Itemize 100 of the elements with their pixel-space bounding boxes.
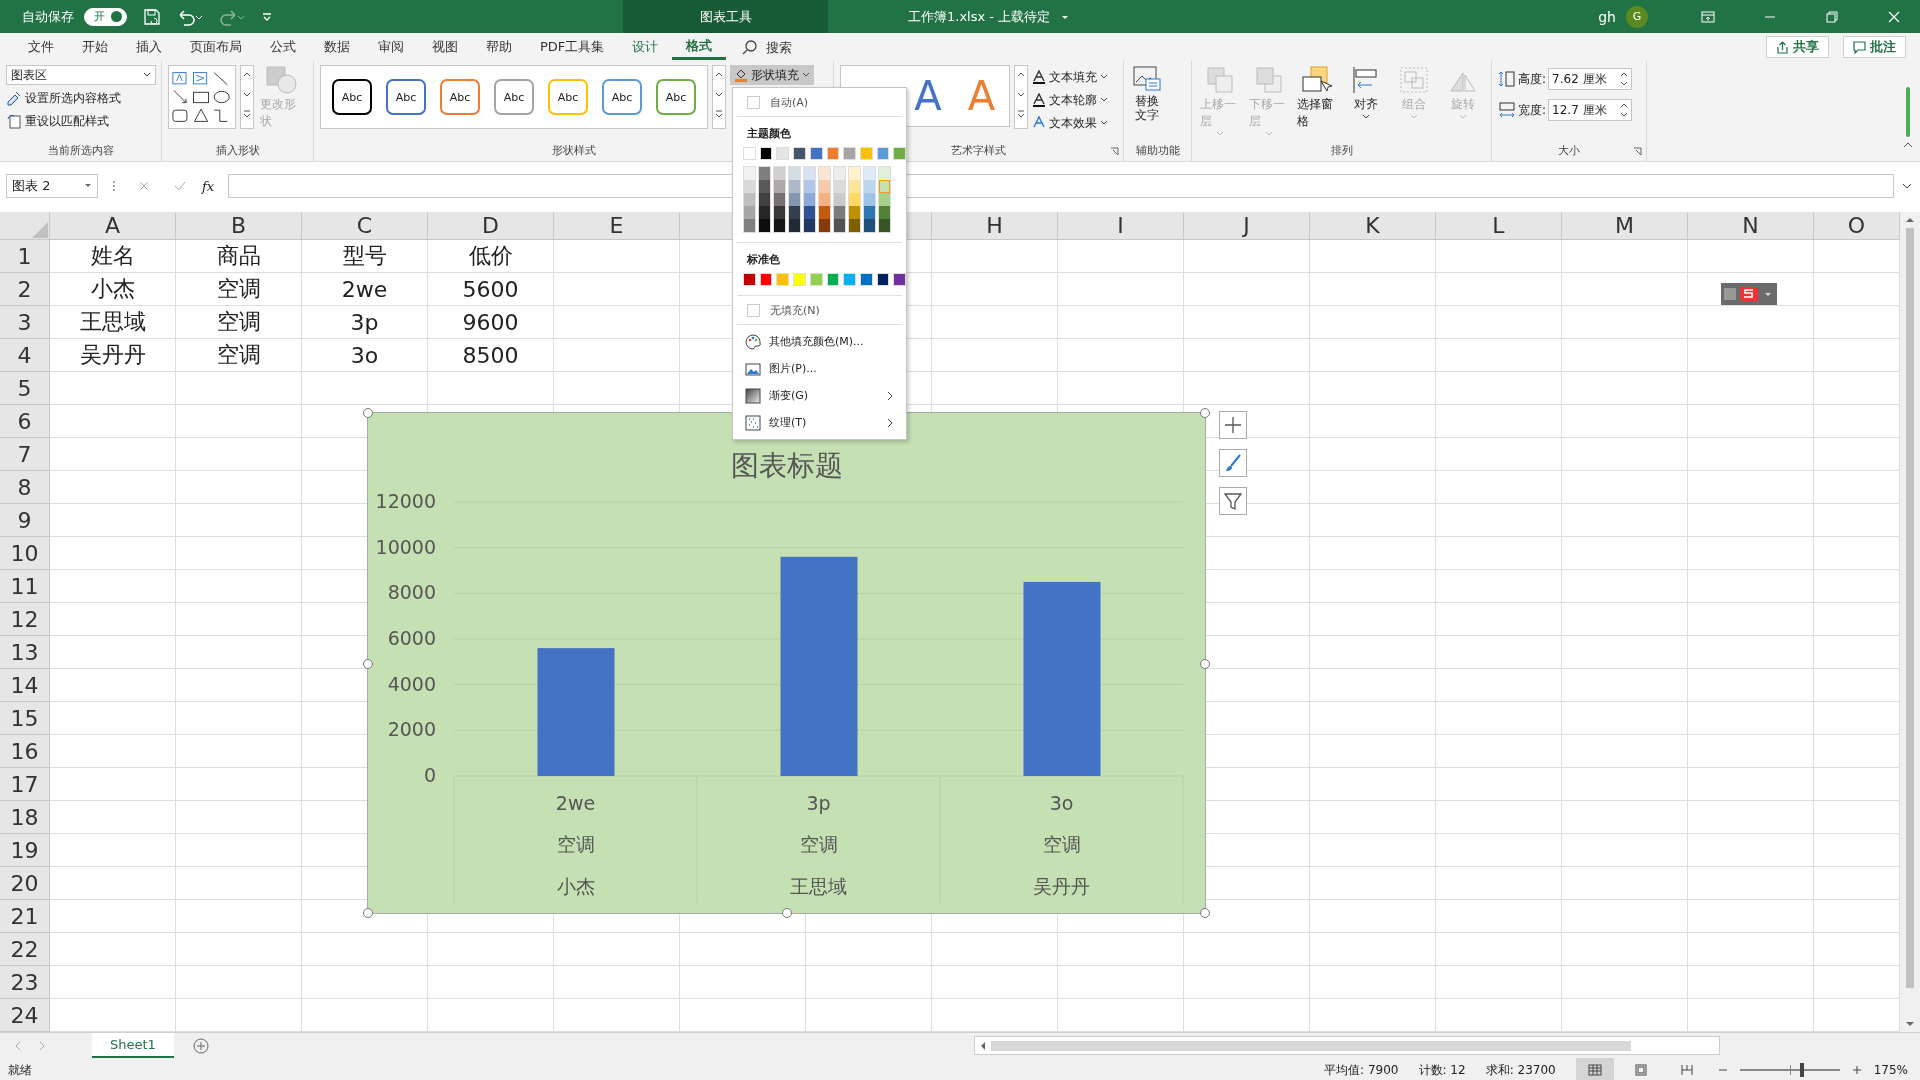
row-header[interactable]: 10 [0, 537, 50, 570]
color-swatch[interactable] [804, 219, 815, 232]
text-format-button[interactable]: 文本填充 [1032, 67, 1108, 87]
shape-style-swatch[interactable]: Abc [440, 79, 480, 115]
ribbon-tab[interactable]: 视图 [418, 33, 472, 61]
ribbon-tab[interactable]: 文件 [14, 33, 68, 61]
shape-gallery-drawing[interactable] [168, 65, 236, 129]
shape-style-swatch[interactable]: Abc [548, 79, 588, 115]
gallery-scroll-icon[interactable] [1014, 65, 1028, 129]
menu-item[interactable]: 渐变(G) [769, 388, 878, 403]
ribbon-tab[interactable]: 插入 [122, 33, 176, 61]
color-swatch[interactable] [744, 206, 755, 219]
color-swatch[interactable] [793, 147, 806, 160]
color-swatch[interactable] [819, 193, 830, 206]
ribbon-tab[interactable]: 数据 [310, 33, 364, 61]
chart-elements-button[interactable] [1219, 411, 1247, 439]
menu-item[interactable]: 图片(P)... [769, 361, 894, 376]
name-box[interactable]: 图表 2 [6, 174, 98, 198]
autosave-toggle[interactable]: 开 [84, 7, 127, 26]
color-swatch[interactable] [849, 180, 860, 193]
color-swatch[interactable] [743, 147, 756, 160]
menu-item[interactable]: 自动(A) [733, 91, 906, 113]
alt-text-button[interactable]: 替换文字 [1130, 65, 1164, 123]
row-header[interactable]: 19 [0, 834, 50, 867]
resize-handle[interactable] [1200, 908, 1210, 918]
row-header[interactable]: 14 [0, 669, 50, 702]
dialog-launcher-icon[interactable] [1633, 147, 1642, 156]
column-header[interactable]: H [932, 212, 1058, 240]
color-swatch[interactable] [864, 206, 875, 219]
horizontal-scrollbar[interactable] [974, 1036, 1720, 1055]
color-swatch[interactable] [893, 273, 907, 286]
color-swatch[interactable] [759, 147, 773, 160]
column-header[interactable]: E [554, 212, 680, 240]
normal-view-button[interactable] [1575, 1058, 1614, 1080]
resize-handle[interactable] [1200, 408, 1210, 418]
save-icon[interactable] [143, 7, 161, 26]
color-swatch[interactable] [819, 219, 830, 232]
ribbon-tab[interactable]: 开始 [68, 33, 122, 61]
color-swatch[interactable] [849, 219, 860, 232]
size-field[interactable]: 12.7 厘米 [1548, 99, 1633, 121]
color-swatch[interactable] [859, 147, 873, 160]
bar[interactable] [1023, 581, 1101, 776]
wordart-style[interactable]: A [914, 73, 942, 119]
menu-item[interactable]: 其他填充颜色(M)... [769, 334, 894, 349]
color-swatch[interactable] [843, 273, 856, 286]
column-header[interactable]: N [1688, 212, 1814, 240]
shape-style-swatch[interactable]: Abc [386, 79, 426, 115]
zoom-slider[interactable] [1799, 1063, 1804, 1077]
color-swatch[interactable] [759, 180, 770, 193]
menu-item[interactable]: 纹理(T) [769, 415, 878, 430]
row-header[interactable]: 2 [0, 273, 50, 306]
column-header[interactable]: I [1058, 212, 1184, 240]
text-format-button[interactable]: 文本轮廓 [1032, 90, 1108, 110]
resize-handle[interactable] [1200, 659, 1210, 669]
color-swatch[interactable] [819, 206, 830, 219]
column-header[interactable]: B [176, 212, 302, 240]
row-header[interactable]: 12 [0, 603, 50, 636]
scroll-down-icon[interactable] [1905, 1020, 1915, 1028]
column-header[interactable]: O [1814, 212, 1900, 240]
ribbon-tab[interactable]: PDF工具集 [526, 33, 619, 61]
color-swatch[interactable] [843, 147, 856, 160]
color-swatch[interactable] [819, 167, 830, 180]
shape-style-swatch[interactable]: Abc [602, 79, 642, 115]
resize-handle[interactable] [363, 908, 373, 918]
ribbon-tab[interactable]: 设计 [618, 33, 673, 61]
color-swatch[interactable] [879, 180, 890, 193]
resize-handle[interactable] [363, 659, 373, 669]
resize-handle[interactable] [363, 408, 373, 418]
column-header[interactable]: D [428, 212, 554, 240]
ribbon-tab[interactable]: 审阅 [364, 33, 418, 61]
color-swatch[interactable] [826, 273, 840, 286]
restore-icon[interactable] [1825, 9, 1839, 24]
color-swatch[interactable] [744, 180, 755, 193]
color-swatch[interactable] [774, 180, 785, 193]
bar[interactable] [537, 648, 615, 776]
color-swatch[interactable] [774, 193, 785, 206]
close-icon[interactable] [1887, 9, 1901, 24]
size-field[interactable]: 7.62 厘米 [1548, 68, 1633, 90]
color-swatch[interactable] [834, 167, 845, 180]
row-header[interactable]: 20 [0, 867, 50, 900]
row-header[interactable]: 11 [0, 570, 50, 603]
redo-icon[interactable] [219, 7, 245, 26]
color-swatch[interactable] [834, 180, 845, 193]
color-swatch[interactable] [879, 219, 890, 232]
shape-fill-button[interactable]: 形状填充 [730, 65, 814, 85]
row-header[interactable]: 24 [0, 999, 50, 1032]
shape-style-swatch[interactable]: Abc [656, 79, 696, 115]
row-header[interactable]: 5 [0, 372, 50, 405]
check-icon[interactable] [173, 179, 187, 193]
color-swatch[interactable] [789, 167, 800, 180]
expand-icon[interactable] [1902, 182, 1912, 190]
color-swatch[interactable] [804, 206, 815, 219]
row-header[interactable]: 16 [0, 735, 50, 768]
color-swatch[interactable] [744, 219, 755, 232]
zoom-level[interactable]: 175% [1873, 1063, 1908, 1077]
color-swatch[interactable] [864, 180, 875, 193]
color-swatch[interactable] [774, 206, 785, 219]
color-swatch[interactable] [759, 219, 770, 232]
cancel-icon[interactable] [137, 179, 151, 193]
column-header[interactable]: C [302, 212, 428, 240]
